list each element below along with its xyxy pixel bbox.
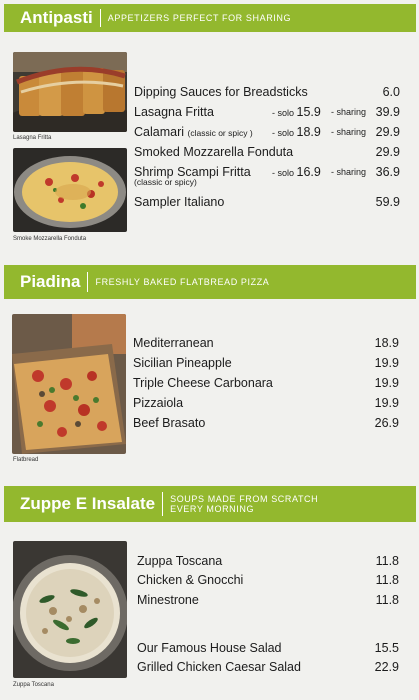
zuppe-items: Zuppa Toscana 11.8 Chicken & Gnocchi 11.… bbox=[137, 551, 399, 681]
photo-caption: Lasagna Fritta bbox=[13, 135, 52, 141]
solo-price: 15.9 bbox=[296, 105, 321, 119]
menu-item: Sampler Italiano 59.9 bbox=[134, 192, 400, 212]
photo-caption: Zuppa Toscana bbox=[13, 682, 54, 688]
menu-item: Zuppa Toscana 11.8 bbox=[137, 551, 399, 571]
item-name: Triple Cheese Carbonara bbox=[133, 376, 273, 390]
section-subtitle: SOUPS MADE FROM SCRATCH EVERY MORNING bbox=[170, 494, 318, 514]
item-price: 36.9 bbox=[375, 165, 400, 179]
item-name: Grilled Chicken Caesar Salad bbox=[137, 660, 301, 674]
item-name: Sampler Italiano bbox=[134, 195, 225, 209]
menu-item: Our Famous House Salad 15.5 bbox=[137, 638, 399, 658]
item-variant: (classic or spicy) bbox=[134, 177, 197, 187]
photo-caption: Flatbread bbox=[13, 457, 39, 463]
lasagna-fritta-photo bbox=[13, 52, 127, 132]
section-title: Zuppe E Insalate bbox=[20, 494, 156, 513]
item-price: 6.0 bbox=[382, 85, 400, 99]
solo-price: 16.9 bbox=[296, 165, 321, 179]
flatbread-photo bbox=[12, 314, 126, 454]
item-name: Zuppa Toscana bbox=[137, 554, 223, 568]
item-name: Smoked Mozzarella Fonduta bbox=[134, 145, 294, 159]
item-name: Minestrone bbox=[137, 593, 199, 607]
item-price: 11.8 bbox=[375, 573, 399, 587]
item-price: 59.9 bbox=[375, 195, 400, 209]
item-price: 15.5 bbox=[374, 641, 399, 655]
section-subtitle-line2: EVERY MORNING bbox=[170, 504, 255, 514]
menu-item: Minestrone 11.8 bbox=[137, 590, 399, 610]
item-name-group: Calamari (classic or spicy ) bbox=[134, 122, 253, 143]
piadina-items: Mediterranean 18.9 Sicilian Pineapple 19… bbox=[133, 333, 399, 433]
menu-page: Antipasti APPETIZERS PERFECT FOR SHARING… bbox=[0, 0, 419, 700]
item-price: 18.9 bbox=[374, 336, 399, 350]
section-title: Antipasti bbox=[20, 8, 93, 27]
item-name: Beef Brasato bbox=[133, 416, 206, 430]
menu-item: Triple Cheese Carbonara 19.9 bbox=[133, 373, 399, 393]
section-subtitle: APPETIZERS PERFECT FOR SHARING bbox=[107, 13, 292, 23]
sharing-label: - sharing bbox=[331, 127, 367, 137]
item-name: Chicken & Gnocchi bbox=[137, 573, 244, 587]
solo-price: 18.9 bbox=[296, 125, 321, 139]
item-price: 19.9 bbox=[374, 376, 399, 390]
menu-item: Chicken & Gnocchi 11.8 bbox=[137, 570, 399, 590]
menu-item: Dipping Sauces for Breadsticks 6.0 bbox=[134, 82, 400, 102]
item-price: 29.9 bbox=[375, 125, 400, 139]
menu-item: Grilled Chicken Caesar Salad 22.9 bbox=[137, 657, 399, 677]
menu-item: Lasagna Fritta - solo 15.9 - sharing 39.… bbox=[134, 102, 400, 122]
item-price: 11.8 bbox=[375, 554, 399, 568]
section-title: Piadina bbox=[20, 272, 81, 291]
sharing-label: - sharing bbox=[331, 167, 367, 177]
antipasti-banner: Antipasti APPETIZERS PERFECT FOR SHARING bbox=[4, 4, 416, 32]
item-price: 19.9 bbox=[374, 396, 399, 410]
item-price: 29.9 bbox=[375, 145, 400, 159]
item-variant: (classic or spicy ) bbox=[187, 128, 253, 138]
divider bbox=[99, 9, 101, 27]
divider bbox=[162, 492, 164, 516]
menu-item: Calamari (classic or spicy ) - solo 18.9… bbox=[134, 122, 400, 142]
menu-item: Shrimp Scampi Fritta (classic or spicy) … bbox=[134, 162, 400, 192]
solo-label: - solo bbox=[272, 128, 295, 138]
item-price: 39.9 bbox=[375, 105, 400, 119]
zuppa-toscana-photo bbox=[13, 541, 127, 678]
solo-option: - solo 18.9 bbox=[272, 122, 321, 143]
menu-item: Sicilian Pineapple 19.9 bbox=[133, 353, 399, 373]
item-name: Sicilian Pineapple bbox=[133, 356, 232, 370]
item-name: Pizzaiola bbox=[133, 396, 184, 410]
item-name: Mediterranean bbox=[133, 336, 214, 350]
zuppe-banner: Zuppe E Insalate SOUPS MADE FROM SCRATCH… bbox=[4, 486, 416, 522]
solo-option: - solo 15.9 bbox=[272, 102, 321, 123]
item-price: 11.8 bbox=[375, 593, 399, 607]
divider bbox=[87, 272, 89, 292]
antipasti-items: Dipping Sauces for Breadsticks 6.0 Lasag… bbox=[134, 82, 400, 214]
item-price: 26.9 bbox=[374, 416, 399, 430]
solo-label: - solo bbox=[272, 168, 295, 178]
smoke-mozzarella-fonduta-photo bbox=[13, 148, 127, 232]
section-subtitle: FRESHLY BAKED FLATBREAD PIZZA bbox=[95, 277, 270, 287]
item-name: Calamari bbox=[134, 125, 185, 139]
menu-item: Mediterranean 18.9 bbox=[133, 333, 399, 353]
item-name: Dipping Sauces for Breadsticks bbox=[134, 85, 308, 99]
solo-option: - solo 16.9 bbox=[272, 162, 321, 183]
item-name: Our Famous House Salad bbox=[137, 641, 282, 655]
photo-caption: Smoke Mozzarella Fonduta bbox=[13, 236, 87, 242]
menu-item: Pizzaiola 19.9 bbox=[133, 393, 399, 413]
menu-item: Smoked Mozzarella Fonduta 29.9 bbox=[134, 142, 400, 162]
piadina-banner: Piadina FRESHLY BAKED FLATBREAD PIZZA bbox=[4, 265, 416, 299]
item-name: Lasagna Fritta bbox=[134, 105, 214, 119]
item-price: 19.9 bbox=[374, 356, 399, 370]
menu-item: Beef Brasato 26.9 bbox=[133, 413, 399, 433]
sharing-label: - sharing bbox=[331, 107, 367, 117]
section-subtitle-line1: SOUPS MADE FROM SCRATCH bbox=[170, 494, 319, 504]
solo-label: - solo bbox=[272, 108, 295, 118]
item-price: 22.9 bbox=[374, 660, 399, 674]
